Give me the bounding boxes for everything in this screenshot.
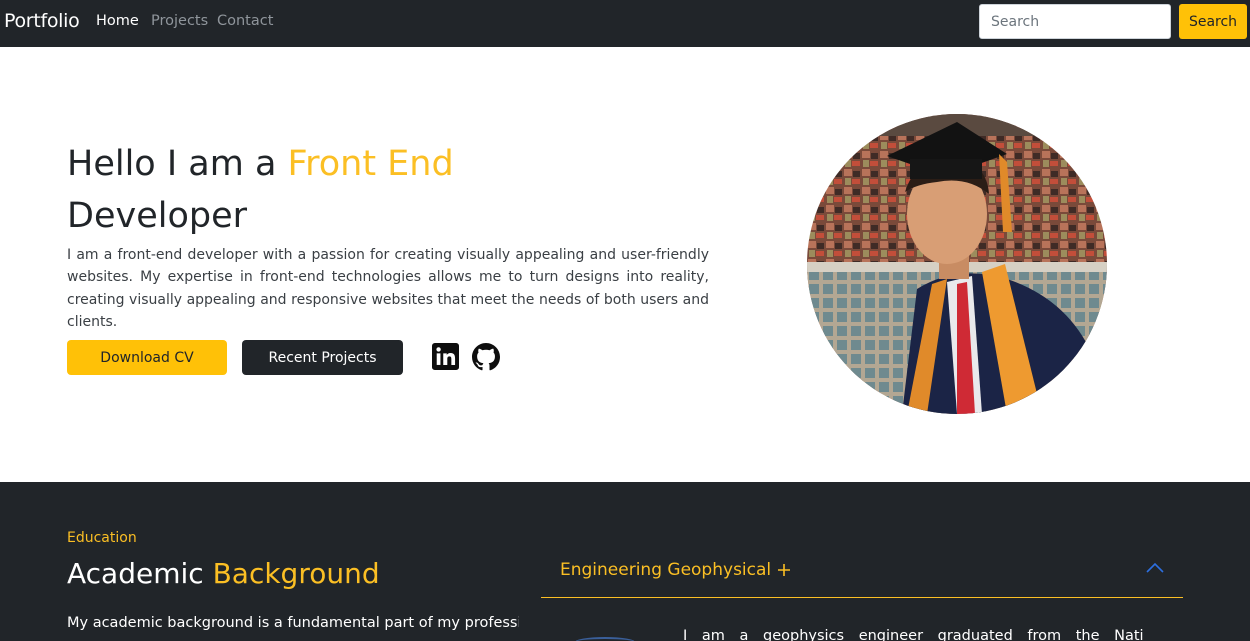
hero-title-accent: Front End xyxy=(287,144,454,184)
download-cv-button[interactable]: Download CV xyxy=(67,340,227,375)
nav-link-home[interactable]: Home xyxy=(96,13,139,29)
education-title-accent: Background xyxy=(212,557,380,590)
education-section: Education Academic Background My academi… xyxy=(0,482,1250,641)
plus-icon xyxy=(777,562,791,581)
accordion-body: I am a geophysics engineer graduated fro… xyxy=(683,628,1143,641)
profile-photo xyxy=(807,114,1107,414)
hero-description: I am a front-end developer with a passio… xyxy=(67,247,709,330)
chevron-up-icon xyxy=(1146,562,1164,573)
section-eyebrow: Education xyxy=(67,530,137,546)
accordion-header[interactable]: Engineering Geophysical xyxy=(541,550,1183,598)
university-logo-icon xyxy=(575,637,635,641)
brand-logo[interactable]: Portfolio xyxy=(4,10,80,32)
navbar: Portfolio Home Projects Contact Search xyxy=(0,0,1250,47)
search-input[interactable] xyxy=(979,4,1171,39)
education-description: My academic background is a fundamental … xyxy=(67,615,519,631)
hero-title-prefix: Hello I am a xyxy=(67,144,288,184)
linkedin-icon[interactable] xyxy=(432,343,460,371)
hero-title-suffix: Developer xyxy=(67,196,248,236)
github-icon[interactable] xyxy=(472,343,500,371)
education-title: Academic Background xyxy=(67,557,380,590)
search-button[interactable]: Search xyxy=(1179,4,1247,39)
nav-link-contact[interactable]: Contact xyxy=(217,13,273,29)
hero-title: Hello I am a Front End Developer xyxy=(67,138,587,242)
nav-link-projects[interactable]: Projects xyxy=(151,13,208,29)
education-title-plain: Academic xyxy=(67,557,213,590)
accordion-title: Engineering Geophysical xyxy=(560,560,772,580)
recent-projects-button[interactable]: Recent Projects xyxy=(242,340,403,375)
